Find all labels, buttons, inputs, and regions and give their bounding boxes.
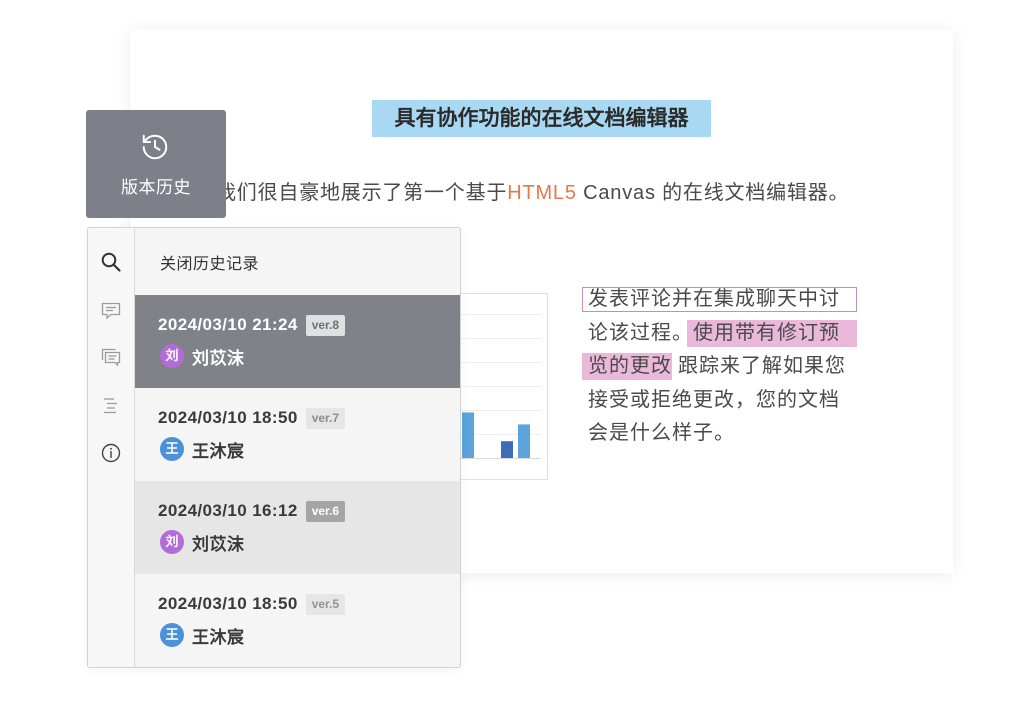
comment-paragraph: 发表评论并在集成聊天中讨 论该过程。 使用带有修订预 览的更改 跟踪来了解如果您 接… <box>582 283 882 451</box>
close-history-label: 关闭历史记录 <box>160 255 260 273</box>
avatar: 王 <box>160 623 184 647</box>
comment-line-2: 论该过程。 使用带有修订预 <box>582 317 882 351</box>
history-panel: 关闭历史记录 2024/03/10 21:24 ver.8 刘 刘苡沫 2024… <box>87 227 461 668</box>
comment-text: 跟踪来了解如果您 <box>678 355 846 378</box>
comment-text: 论该过程。 <box>588 321 693 344</box>
panel-icon-rail <box>88 228 135 667</box>
chat-icon[interactable] <box>100 346 122 368</box>
version-datetime: 2024/03/10 18:50 <box>158 594 298 613</box>
history-list-area: 关闭历史记录 2024/03/10 21:24 ver.8 刘 刘苡沫 2024… <box>135 228 460 667</box>
comment-icon[interactable] <box>100 300 122 322</box>
chart-bar <box>462 412 474 458</box>
comment-line-1: 发表评论并在集成聊天中讨 <box>582 283 882 317</box>
comment-text: 接受或拒绝更改，您的文档 <box>588 388 840 411</box>
version-item[interactable]: 2024/03/10 18:50 ver.7 王 王沐宸 <box>135 388 460 481</box>
author-name: 王沐宸 <box>192 441 245 461</box>
document-title: 具有协作功能的在线文档编辑器 <box>372 100 711 137</box>
version-badge: ver.5 <box>305 593 346 615</box>
commented-text-range: 发表评论并在集成聊天中讨 <box>582 287 857 313</box>
version-badge: ver.8 <box>305 314 346 336</box>
avatar: 王 <box>160 437 184 461</box>
version-item[interactable]: 2024/03/10 21:24 ver.8 刘 刘苡沫 <box>135 295 460 388</box>
version-header: 2024/03/10 18:50 ver.7 <box>158 407 346 429</box>
comment-line-4: 接受或拒绝更改，您的文档 <box>582 384 882 418</box>
version-author: 王 王沐宸 <box>160 437 245 461</box>
version-author: 刘 刘苡沫 <box>160 530 245 554</box>
comment-line-3: 览的更改 跟踪来了解如果您 <box>582 350 882 384</box>
avatar: 刘 <box>160 344 184 368</box>
version-author: 王 王沐宸 <box>160 623 245 647</box>
version-item[interactable]: 2024/03/10 18:50 ver.5 王 王沐宸 <box>135 574 460 667</box>
outline-icon[interactable] <box>100 395 122 417</box>
version-datetime: 2024/03/10 18:50 <box>158 408 298 427</box>
chart-bar <box>501 441 513 458</box>
comment-text: 会是什么样子。 <box>588 422 735 445</box>
intro-html5-highlight: HTML5 <box>507 182 577 204</box>
author-name: 王沐宸 <box>192 627 245 647</box>
version-header: 2024/03/10 16:12 ver.6 <box>158 500 346 522</box>
author-name: 刘苡沫 <box>192 534 245 554</box>
intro-text-start: 我们很自豪地展示了第一个基于 <box>216 182 508 204</box>
author-name: 刘苡沫 <box>192 348 245 368</box>
search-icon[interactable] <box>100 251 122 273</box>
intro-paragraph: 我们很自豪地展示了第一个基于HTML5 Canvas 的在线文档编辑器。 <box>216 179 849 207</box>
version-history-button[interactable]: 版本历史 <box>86 110 226 218</box>
avatar: 刘 <box>160 530 184 554</box>
version-header: 2024/03/10 21:24 ver.8 <box>158 314 346 336</box>
version-header: 2024/03/10 18:50 ver.5 <box>158 593 346 615</box>
tracked-change-highlight: 览的更改 <box>582 353 672 381</box>
comment-line-5: 会是什么样子。 <box>582 417 882 451</box>
chart-bar <box>518 424 530 458</box>
version-datetime: 2024/03/10 21:24 <box>158 315 298 334</box>
version-history-label: 版本历史 <box>121 178 191 197</box>
version-badge: ver.7 <box>305 407 346 429</box>
version-author: 刘 刘苡沫 <box>160 344 245 368</box>
info-icon[interactable] <box>100 442 122 464</box>
version-datetime: 2024/03/10 16:12 <box>158 501 298 520</box>
tracked-change-highlight: 使用带有修订预 <box>687 319 857 347</box>
version-item[interactable]: 2024/03/10 16:12 ver.6 刘 刘苡沫 <box>135 481 460 574</box>
intro-text-end: Canvas 的在线文档编辑器。 <box>576 182 850 204</box>
history-icon <box>142 134 168 160</box>
version-badge: ver.6 <box>305 500 346 522</box>
close-history-button[interactable]: 关闭历史记录 <box>135 228 460 295</box>
